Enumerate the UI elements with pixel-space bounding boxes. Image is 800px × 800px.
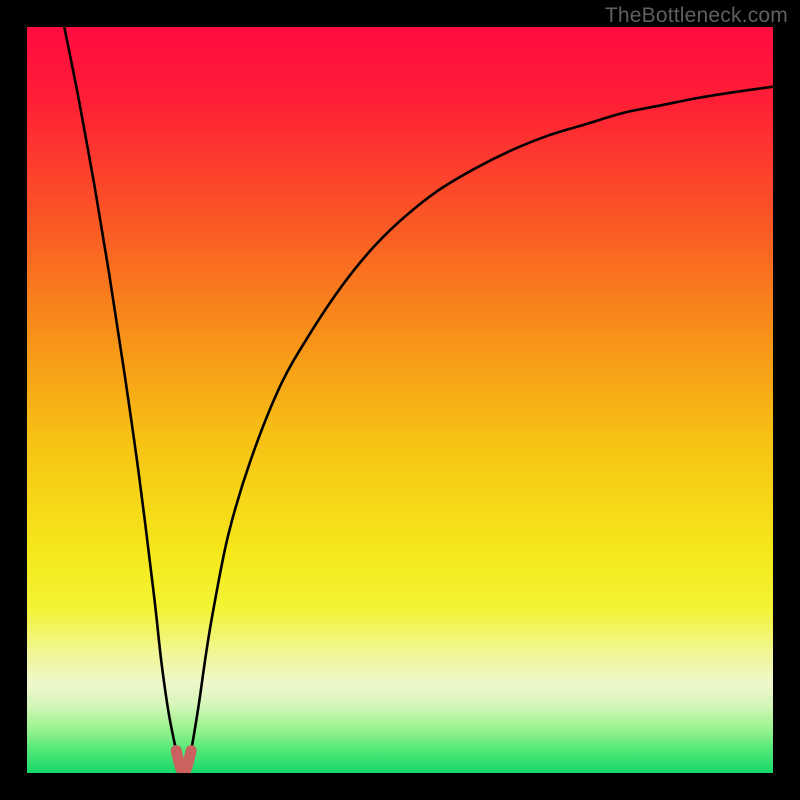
plot-background xyxy=(27,27,773,773)
bottleneck-plot xyxy=(27,27,773,773)
optimal-marker-dot-left xyxy=(171,746,181,756)
optimal-marker-dot-right xyxy=(186,746,196,756)
watermark-text: TheBottleneck.com xyxy=(605,4,788,28)
chart-frame: TheBottleneck.com xyxy=(0,0,800,800)
